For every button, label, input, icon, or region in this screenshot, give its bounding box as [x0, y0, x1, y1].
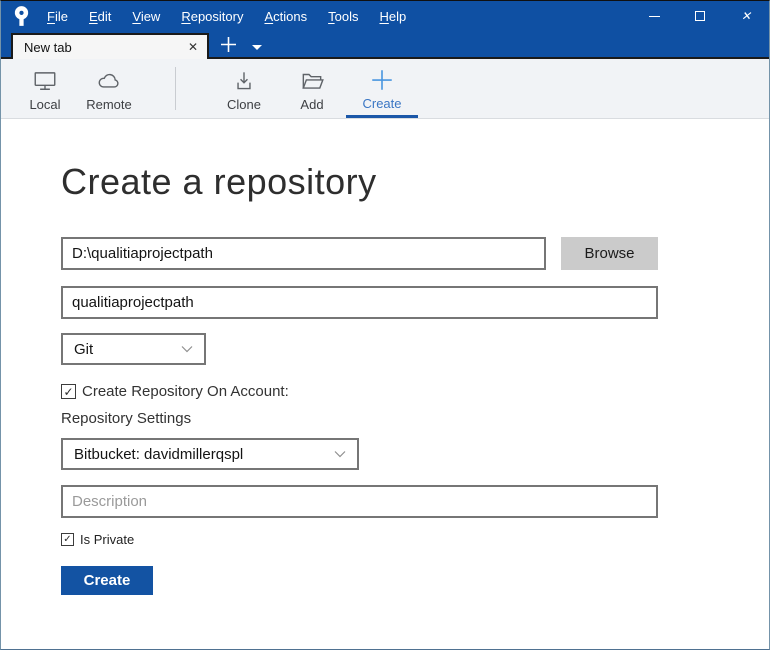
repository-name-input[interactable] [61, 286, 658, 319]
repo-type-select[interactable]: Git [61, 333, 206, 365]
menu-file[interactable]: File [45, 7, 70, 26]
tab-bar: New tab [1, 31, 769, 57]
plus-icon [220, 36, 237, 53]
app-window: File Edit View Repository Actions Tools … [0, 0, 770, 650]
toolbar-clone-button[interactable]: Clone [210, 59, 278, 118]
create-button[interactable]: Create [61, 566, 153, 595]
create-on-account-label: Create Repository On Account: [82, 383, 289, 400]
sourcetree-logo-icon [13, 5, 30, 27]
description-input[interactable] [61, 485, 658, 518]
menu-bar: File Edit View Repository Actions Tools … [45, 7, 408, 26]
browse-button[interactable]: Browse [561, 237, 658, 270]
toolbar-divider [175, 67, 176, 110]
repo-type-selected-value: Git [74, 341, 93, 358]
account-select[interactable]: Bitbucket: davidmillerqspl [61, 438, 359, 470]
monitor-icon [32, 68, 58, 94]
toolbar-clone-label: Clone [227, 97, 261, 112]
toolbar-create-button[interactable]: Create [346, 59, 418, 118]
close-tab-icon[interactable] [188, 40, 198, 54]
tab-list-dropdown-icon[interactable] [252, 45, 262, 50]
menu-view[interactable]: View [130, 7, 162, 26]
close-icon[interactable] [723, 1, 769, 31]
maximize-icon[interactable] [677, 1, 723, 31]
menu-help[interactable]: Help [377, 7, 408, 26]
checkbox-icon[interactable] [61, 384, 76, 399]
chevron-down-icon [334, 450, 346, 458]
checkbox-icon[interactable] [61, 533, 74, 546]
title-bar: File Edit View Repository Actions Tools … [1, 1, 769, 31]
is-private-label: Is Private [80, 532, 134, 547]
menu-tools[interactable]: Tools [326, 7, 360, 26]
toolbar-remote-button[interactable]: Remote [77, 59, 141, 118]
minimize-icon[interactable] [631, 1, 677, 31]
toolbar-local-label: Local [29, 97, 60, 112]
cloud-icon [96, 68, 122, 94]
toolbar-add-button[interactable]: Add [278, 59, 346, 118]
menu-actions[interactable]: Actions [262, 7, 309, 26]
toolbar-add-label: Add [300, 97, 323, 112]
create-on-account-checkbox[interactable]: Create Repository On Account: [61, 383, 769, 400]
window-controls [631, 1, 769, 31]
chevron-down-icon [181, 345, 193, 353]
tab-new-tab[interactable]: New tab [11, 33, 209, 59]
is-private-checkbox[interactable]: Is Private [61, 532, 769, 547]
toolbar-local-button[interactable]: Local [13, 59, 77, 118]
repository-settings-label: Repository Settings [61, 410, 769, 427]
toolbar: Local Remote Clone Add Create [1, 59, 769, 119]
new-tab-button[interactable] [220, 36, 237, 53]
account-selected-value: Bitbucket: davidmillerqspl [74, 446, 243, 463]
tab-label: New tab [24, 40, 72, 55]
create-repository-page: Create a repository Browse Git Create Re… [1, 119, 769, 649]
page-title: Create a repository [61, 161, 769, 203]
toolbar-remote-label: Remote [86, 97, 132, 112]
folder-icon [299, 68, 325, 94]
menu-repository[interactable]: Repository [179, 7, 245, 26]
download-icon [231, 68, 257, 94]
plus-icon [369, 67, 395, 93]
toolbar-create-label: Create [362, 96, 401, 111]
destination-path-input[interactable] [61, 237, 546, 270]
menu-edit[interactable]: Edit [87, 7, 113, 26]
